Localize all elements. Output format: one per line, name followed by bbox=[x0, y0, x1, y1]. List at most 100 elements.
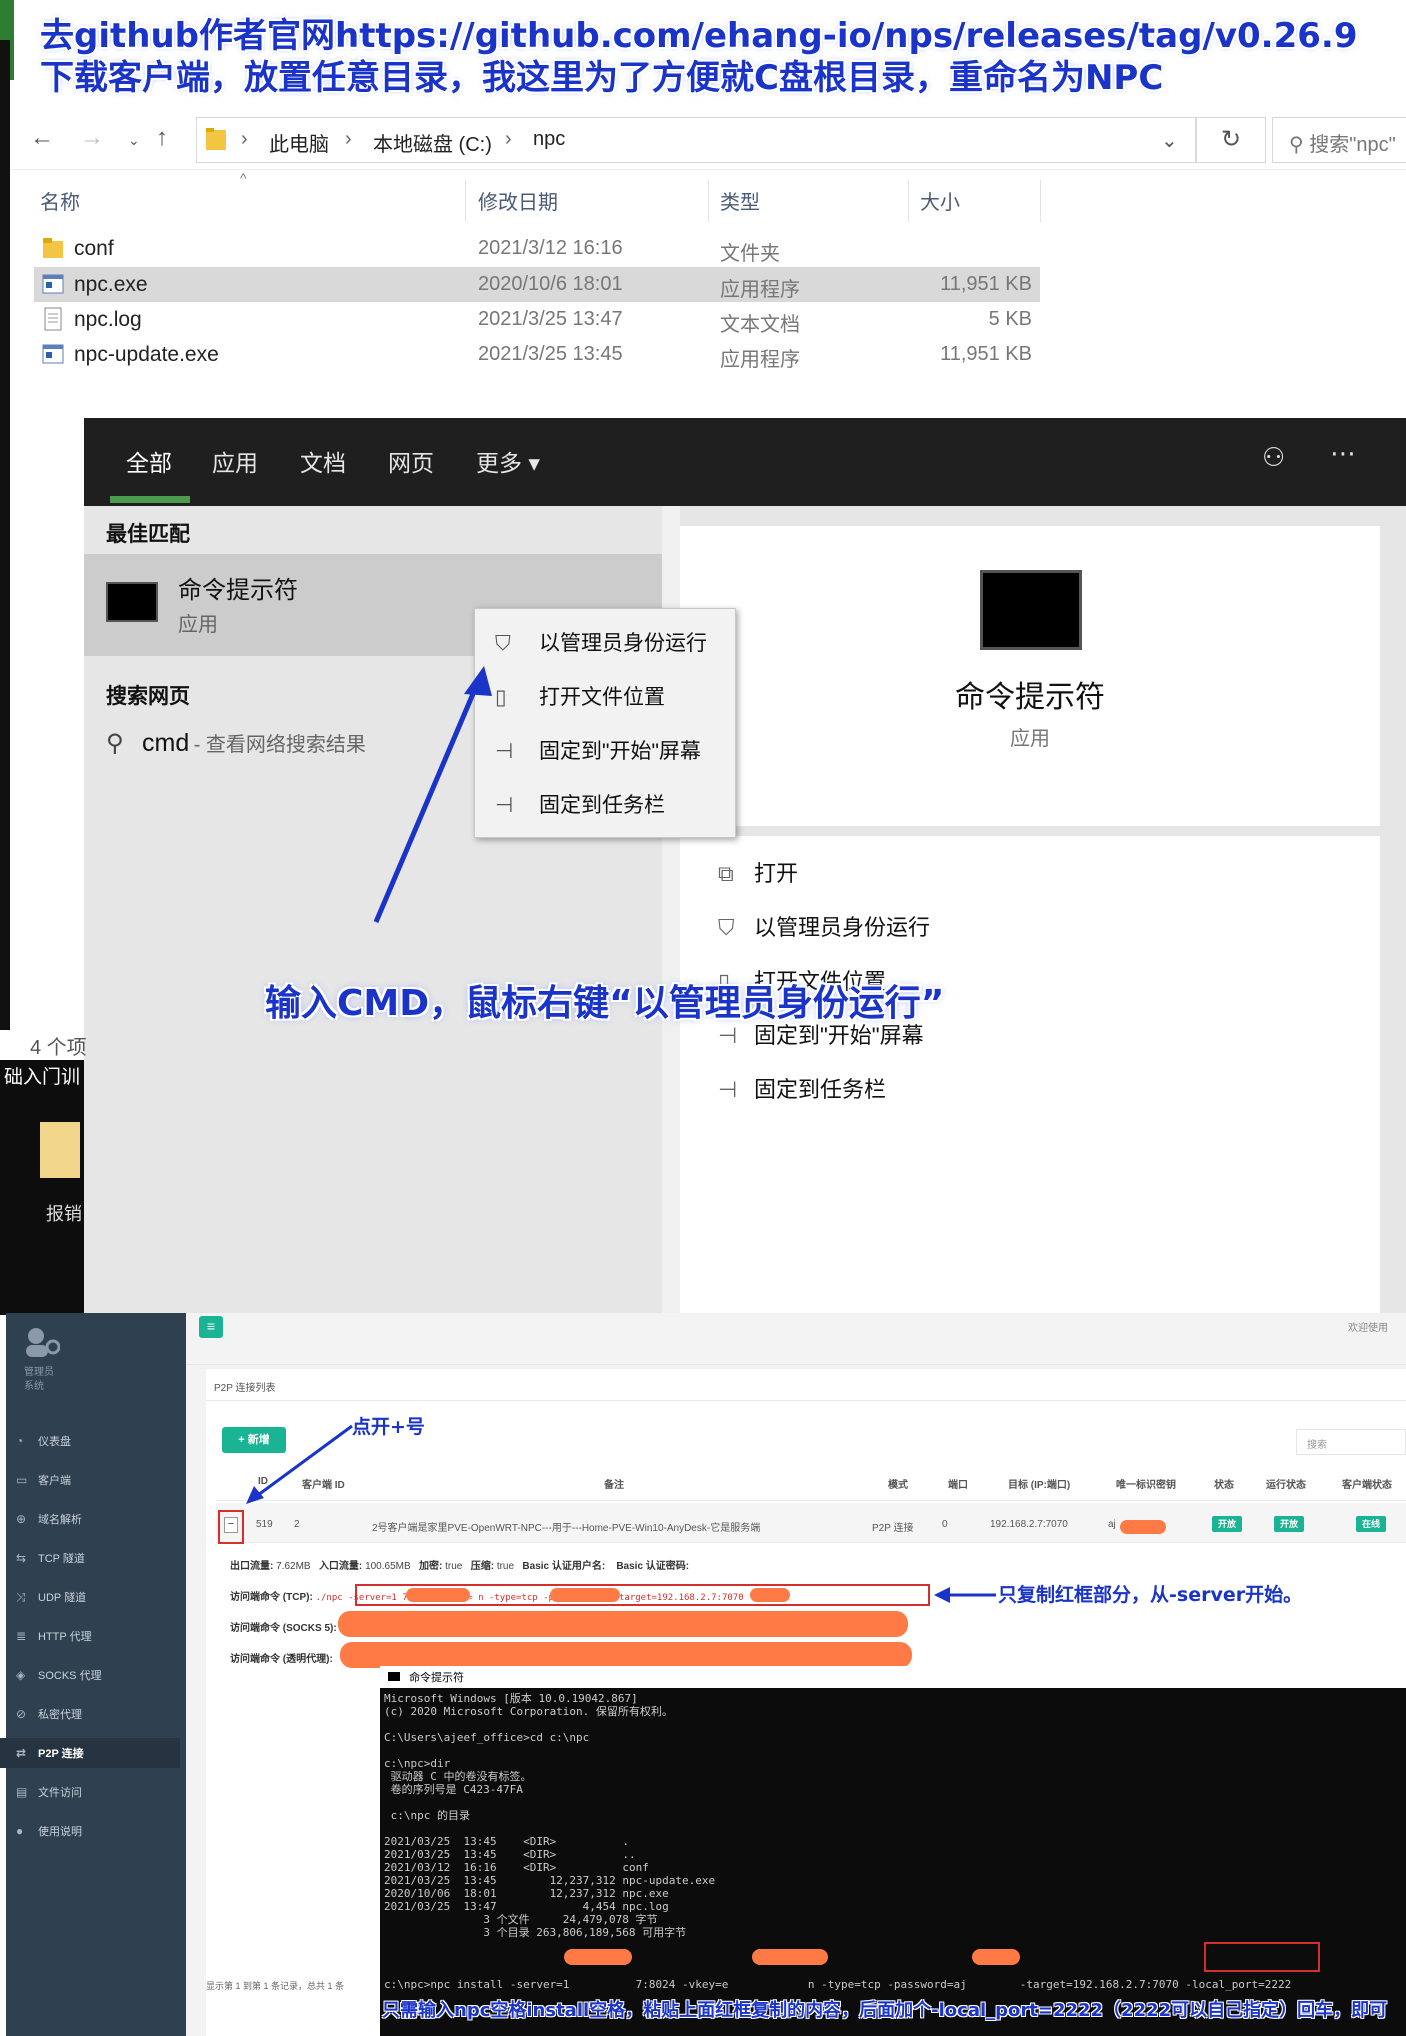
th-status[interactable]: 状态 bbox=[1214, 1476, 1234, 1491]
ctx-label: 打开文件位置 bbox=[539, 686, 665, 709]
preview-actions: ⧉ 打开 ⛉ 以管理员身份运行 ▯ 打开文件位置 ⊣ 固定到"开始"屏幕 ⊣ 固定到任务栏 bbox=[680, 836, 1380, 1313]
sidebar-item-files[interactable]: ▤ 文件访问 bbox=[16, 1784, 82, 1800]
globe-icon: ⊕ bbox=[16, 1512, 27, 1526]
sidebar-label: 文件访问 bbox=[38, 1787, 82, 1799]
breadcrumb-c-drive[interactable]: 本地磁盘 (C:) bbox=[373, 128, 492, 157]
file-row[interactable]: npc.log 2021/3/25 13:47 文本文档 5 KB bbox=[34, 302, 1040, 337]
sidebar-item-udp[interactable]: ⤨ UDP 隧道 bbox=[16, 1589, 86, 1605]
ctx-pin-start[interactable]: ⊣ 固定到"开始"屏幕 bbox=[495, 735, 701, 765]
detail-value: true bbox=[496, 1561, 515, 1572]
tab-web[interactable]: 网页 bbox=[388, 444, 434, 478]
panel-title: P2P 连接列表 bbox=[214, 1383, 276, 1394]
sidebar-item-socks[interactable]: ◈ SOCKS 代理 bbox=[16, 1667, 102, 1683]
cmd-titlebar[interactable]: 命令提示符 bbox=[380, 1666, 1406, 1688]
col-header-type[interactable]: 类型 bbox=[720, 186, 760, 215]
admin-brand: 管理员 bbox=[24, 1367, 54, 1378]
ctx-pin-taskbar[interactable]: ⊣ 固定到任务栏 bbox=[495, 789, 665, 819]
item-count: 4 个项 bbox=[30, 1037, 87, 1059]
explorer-search-input[interactable]: ⚲ 搜索"npc" bbox=[1272, 117, 1406, 163]
ctx-run-as-admin[interactable]: ⛉ 以管理员身份运行 bbox=[495, 627, 707, 657]
menu-toggle-icon[interactable]: ≡ bbox=[199, 1316, 223, 1338]
detail-label: 入口流量: bbox=[318, 1561, 363, 1572]
redaction-mark bbox=[750, 1588, 790, 1602]
sidebar-item-secret[interactable]: ⊘ 私密代理 bbox=[16, 1706, 82, 1722]
lightbulb-icon: ● bbox=[16, 1824, 24, 1838]
sidebar-item-http[interactable]: ≣ HTTP 代理 bbox=[16, 1628, 92, 1644]
detail-label: 访问端命令 (透明代理): bbox=[230, 1654, 333, 1665]
desktop-background: 础入门训 报销 bbox=[0, 1060, 84, 1315]
sort-up-icon: ^ bbox=[240, 170, 247, 186]
copy-annotation: 只复制红框部分，从-server开始。 bbox=[998, 1584, 1303, 1606]
address-dropdown-icon[interactable]: ⌄ bbox=[1161, 128, 1178, 153]
sidebar-label: 私密代理 bbox=[38, 1709, 82, 1721]
file-date: 2021/3/12 16:16 bbox=[478, 237, 623, 259]
forward-arrow-icon[interactable]: → bbox=[80, 124, 104, 152]
back-arrow-icon[interactable]: ← bbox=[30, 124, 54, 152]
tab-more[interactable]: 更多 ▾ bbox=[476, 444, 540, 478]
desktop-folder-icon[interactable] bbox=[40, 1122, 80, 1178]
col-header-size[interactable]: 大小 bbox=[920, 186, 960, 215]
pin-icon: ⊣ bbox=[495, 740, 514, 763]
client-status-badge: 在线 bbox=[1356, 1516, 1387, 1532]
feedback-icon[interactable]: ⚇ bbox=[1262, 442, 1285, 473]
action-open[interactable]: ⧉ 打开 bbox=[718, 856, 798, 888]
redaction-mark bbox=[564, 1949, 632, 1965]
detail-label: 出口流量: bbox=[230, 1561, 274, 1572]
expand-row-button[interactable]: − bbox=[224, 1517, 238, 1533]
annotation-arrow-icon bbox=[373, 666, 492, 923]
col-header-date[interactable]: 修改日期 bbox=[478, 186, 558, 215]
briefcase-icon: ▤ bbox=[16, 1785, 28, 1799]
up-arrow-icon[interactable]: ↑ bbox=[156, 124, 168, 152]
th-target[interactable]: 目标 (IP:端口) bbox=[1008, 1476, 1070, 1491]
breadcrumb-sep-icon: › bbox=[241, 128, 248, 150]
table-search-input[interactable]: 搜索 bbox=[1296, 1429, 1406, 1455]
sidebar-item-help[interactable]: ● 使用说明 bbox=[16, 1823, 82, 1839]
banner-line-2: 下载客户端，放置任意目录，我这里为了方便就C盘根目录，重命名为NPC bbox=[40, 58, 1164, 98]
sidebar-item-dashboard[interactable]: ◔ 仪表盘 bbox=[16, 1433, 71, 1449]
search-icon: ⚲ bbox=[106, 730, 124, 757]
best-match-header: 最佳匹配 bbox=[106, 523, 190, 546]
recent-chevron-icon[interactable]: ⌄ bbox=[128, 132, 140, 149]
file-name: npc.log bbox=[74, 308, 142, 331]
more-options-icon[interactable]: ⋯ bbox=[1330, 438, 1356, 469]
th-remark[interactable]: 备注 bbox=[604, 1476, 624, 1491]
tab-docs[interactable]: 文档 bbox=[300, 444, 346, 478]
admin-topbar: ≡ 欢迎使用 bbox=[186, 1313, 1406, 1365]
th-mode[interactable]: 模式 bbox=[888, 1476, 908, 1491]
refresh-icon[interactable]: ↻ bbox=[1196, 117, 1266, 163]
sidebar-item-domains[interactable]: ⊕ 域名解析 bbox=[16, 1511, 82, 1527]
cmd-output[interactable]: Microsoft Windows [版本 10.0.19042.867] (c… bbox=[384, 1692, 1291, 1991]
web-query-suffix: - 查看网络搜索结果 bbox=[193, 734, 366, 756]
redaction-mark bbox=[340, 1642, 912, 1668]
ctx-open-location[interactable]: ▯ 打开文件位置 bbox=[495, 681, 665, 711]
annotation-arrow-icon bbox=[934, 1587, 996, 1603]
welcome-text: 欢迎使用 bbox=[1348, 1323, 1388, 1334]
sidebar-label: TCP 隧道 bbox=[38, 1553, 85, 1565]
breadcrumb-sep-icon: › bbox=[505, 128, 512, 150]
file-row-selected[interactable]: npc.exe 2020/10/6 18:01 应用程序 11,951 KB bbox=[34, 267, 1040, 302]
action-label: 打开 bbox=[754, 861, 799, 886]
col-header-name[interactable]: 名称 bbox=[40, 186, 80, 215]
search-icon: ⚲ bbox=[1289, 134, 1304, 156]
cell-key: aj bbox=[1108, 1519, 1116, 1530]
file-row[interactable]: conf 2021/3/12 16:16 文件夹 bbox=[34, 231, 1040, 266]
action-run-as-admin[interactable]: ⛉ 以管理员身份运行 bbox=[718, 910, 930, 942]
th-key[interactable]: 唯一标识密钥 bbox=[1116, 1476, 1176, 1491]
th-port[interactable]: 端口 bbox=[948, 1476, 968, 1491]
th-client-status[interactable]: 客户端状态 bbox=[1342, 1476, 1392, 1491]
breadcrumb-this-pc[interactable]: 此电脑 bbox=[269, 128, 329, 157]
sidebar-item-clients[interactable]: ▭ 客户端 bbox=[16, 1472, 71, 1488]
breadcrumb-npc[interactable]: npc bbox=[533, 128, 565, 151]
cell-port: 0 bbox=[942, 1519, 948, 1530]
web-search-item[interactable]: ⚲ cmd - 查看网络搜索结果 bbox=[106, 728, 366, 758]
address-bar[interactable]: › 此电脑 › 本地磁盘 (C:) › npc ⌄ bbox=[196, 117, 1196, 163]
action-pin-taskbar[interactable]: ⊣ 固定到任务栏 bbox=[718, 1072, 886, 1104]
file-row[interactable]: npc-update.exe 2021/3/25 13:45 应用程序 11,9… bbox=[34, 337, 1040, 372]
th-run-status[interactable]: 运行状态 bbox=[1266, 1476, 1306, 1491]
sidebar-item-p2p[interactable]: ⇄ P2P 连接 bbox=[16, 1745, 84, 1761]
sidebar-item-tcp[interactable]: ⇆ TCP 隧道 bbox=[16, 1550, 85, 1566]
tab-apps[interactable]: 应用 bbox=[212, 444, 258, 478]
ctx-label: 固定到任务栏 bbox=[539, 794, 665, 817]
web-search-header: 搜索网页 bbox=[106, 685, 190, 708]
tab-all[interactable]: 全部 bbox=[126, 444, 172, 478]
